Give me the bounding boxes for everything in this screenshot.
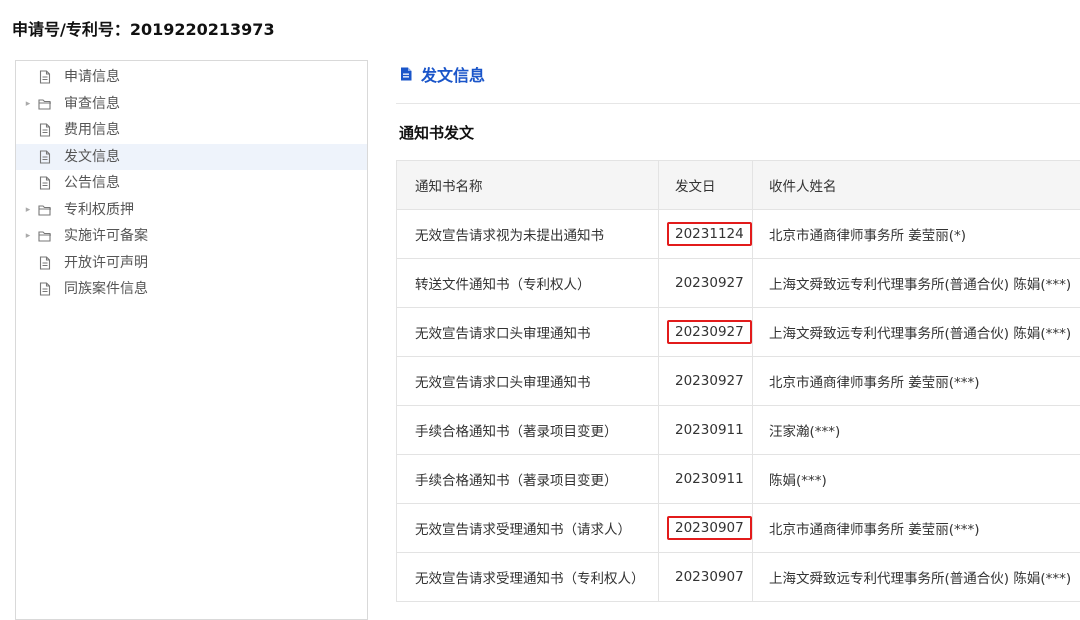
page-title: 申请号/专利号：2019220213973	[12, 16, 275, 40]
table-header-row: 通知书名称 发文日 收件人姓名	[397, 161, 1080, 210]
notice-name-cell: 手续合格通知书（著录项目变更）	[397, 406, 659, 455]
table-row: 无效宣告请求视为未提出通知书 20231124北京市通商律师事务所 姜莹丽(*)	[397, 210, 1080, 259]
sidebar-item[interactable]: ▸ 审查信息	[16, 91, 367, 118]
table-row: 无效宣告请求口头审理通知书 20230927 北京市通商律师事务所 姜莹丽(***)	[397, 357, 1080, 406]
sidebar-item-label: 公告信息	[64, 170, 120, 197]
sidebar-item-label: 费用信息	[64, 117, 120, 144]
date-text: 20230911	[675, 422, 744, 438]
notice-date-cell: 20230911	[659, 406, 753, 455]
notice-date-cell: 20230927	[659, 357, 753, 406]
column-header-name: 通知书名称	[397, 161, 659, 210]
notice-date-cell: 20230911	[659, 455, 753, 504]
document-icon	[38, 282, 52, 296]
date-text: 20230911	[675, 471, 744, 487]
notice-date-cell: 20230927	[659, 259, 753, 308]
folder-icon	[38, 229, 52, 243]
folder-icon	[38, 203, 52, 217]
notice-date-cell: 20230927	[659, 308, 753, 357]
table-row: 无效宣告请求受理通知书（专利权人） 20230907 上海文舜致远专利代理事务所(普…	[397, 553, 1080, 602]
document-icon	[38, 70, 52, 84]
sidebar-tree: 申请信息 ▸ 审查信息费用信息发文信息公告信息 ▸ 专利权质押 ▸ 实施许可备案开放许可声明…	[15, 60, 368, 620]
recipient-cell: 上海文舜致远专利代理事务所(普通合伙) 陈娟(***)	[753, 259, 1080, 308]
date-text: 20230927	[675, 373, 744, 389]
section-title-label: 发文信息	[421, 62, 485, 86]
sidebar-item[interactable]: ▸ 实施许可备案	[16, 223, 367, 250]
document-filled-icon	[399, 67, 413, 81]
highlighted-date: 20230927	[667, 320, 752, 344]
folder-icon	[38, 97, 52, 111]
recipient-cell: 北京市通商律师事务所 姜莹丽(*)	[753, 210, 1080, 259]
recipient-cell: 陈娟(***)	[753, 455, 1080, 504]
highlighted-date: 20231124	[667, 222, 752, 246]
expand-caret-icon[interactable]: ▸	[22, 223, 34, 250]
table-row: 手续合格通知书（著录项目变更） 20230911 汪家瀚(***)	[397, 406, 1080, 455]
sidebar-item[interactable]: 开放许可声明	[16, 250, 367, 277]
section-title: 发文信息	[399, 63, 485, 85]
section-divider	[396, 103, 1080, 104]
notice-date-cell: 20230907	[659, 553, 753, 602]
date-text: 20230927	[675, 275, 744, 291]
column-header-date: 发文日	[659, 161, 753, 210]
recipient-cell: 上海文舜致远专利代理事务所(普通合伙) 陈娟(***)	[753, 308, 1080, 357]
document-icon	[38, 150, 52, 164]
notice-name-cell: 无效宣告请求受理通知书（请求人）	[397, 504, 659, 553]
table-row: 无效宣告请求口头审理通知书 20230927上海文舜致远专利代理事务所(普通合伙)…	[397, 308, 1080, 357]
column-header-recipient: 收件人姓名	[753, 161, 1080, 210]
notice-table: 通知书名称 发文日 收件人姓名 无效宣告请求视为未提出通知书20231124北京…	[396, 160, 1080, 602]
table-row: 无效宣告请求受理通知书（请求人） 20230907北京市通商律师事务所 姜莹丽(*…	[397, 504, 1080, 553]
notice-name-cell: 无效宣告请求视为未提出通知书	[397, 210, 659, 259]
notice-name-cell: 无效宣告请求受理通知书（专利权人）	[397, 553, 659, 602]
sidebar-item-label: 同族案件信息	[64, 276, 148, 303]
sidebar-item[interactable]: ▸ 专利权质押	[16, 197, 367, 224]
sidebar-item-label: 专利权质押	[64, 197, 134, 224]
sidebar-item-label: 实施许可备案	[64, 223, 148, 250]
sidebar-item[interactable]: 同族案件信息	[16, 276, 367, 303]
notice-name-cell: 转送文件通知书（专利权人）	[397, 259, 659, 308]
recipient-cell: 上海文舜致远专利代理事务所(普通合伙) 陈娟(***)	[753, 553, 1080, 602]
document-icon	[38, 256, 52, 270]
sidebar-item-label: 申请信息	[64, 64, 120, 91]
sidebar-item-label: 审查信息	[64, 91, 120, 118]
document-icon	[38, 176, 52, 190]
date-text: 20230907	[675, 569, 744, 585]
recipient-cell: 北京市通商律师事务所 姜莹丽(***)	[753, 504, 1080, 553]
sidebar-item-label: 开放许可声明	[64, 250, 148, 277]
notice-date-cell: 20230907	[659, 504, 753, 553]
sidebar-item[interactable]: 公告信息	[16, 170, 367, 197]
expand-caret-icon[interactable]: ▸	[22, 197, 34, 224]
notice-name-cell: 无效宣告请求口头审理通知书	[397, 308, 659, 357]
sidebar-item-label: 发文信息	[64, 144, 120, 171]
notice-name-cell: 无效宣告请求口头审理通知书	[397, 357, 659, 406]
recipient-cell: 汪家瀚(***)	[753, 406, 1080, 455]
notice-name-cell: 手续合格通知书（著录项目变更）	[397, 455, 659, 504]
table-row: 手续合格通知书（著录项目变更） 20230911 陈娟(***)	[397, 455, 1080, 504]
expand-caret-icon[interactable]: ▸	[22, 91, 34, 118]
table-row: 转送文件通知书（专利权人） 20230927 上海文舜致远专利代理事务所(普通合伙)…	[397, 259, 1080, 308]
document-icon	[38, 123, 52, 137]
highlighted-date: 20230907	[667, 516, 752, 540]
notice-date-cell: 20231124	[659, 210, 753, 259]
subsection-title: 通知书发文	[399, 122, 474, 143]
recipient-cell: 北京市通商律师事务所 姜莹丽(***)	[753, 357, 1080, 406]
sidebar-item[interactable]: 发文信息	[16, 144, 367, 171]
sidebar-item[interactable]: 费用信息	[16, 117, 367, 144]
sidebar-item[interactable]: 申请信息	[16, 64, 367, 91]
